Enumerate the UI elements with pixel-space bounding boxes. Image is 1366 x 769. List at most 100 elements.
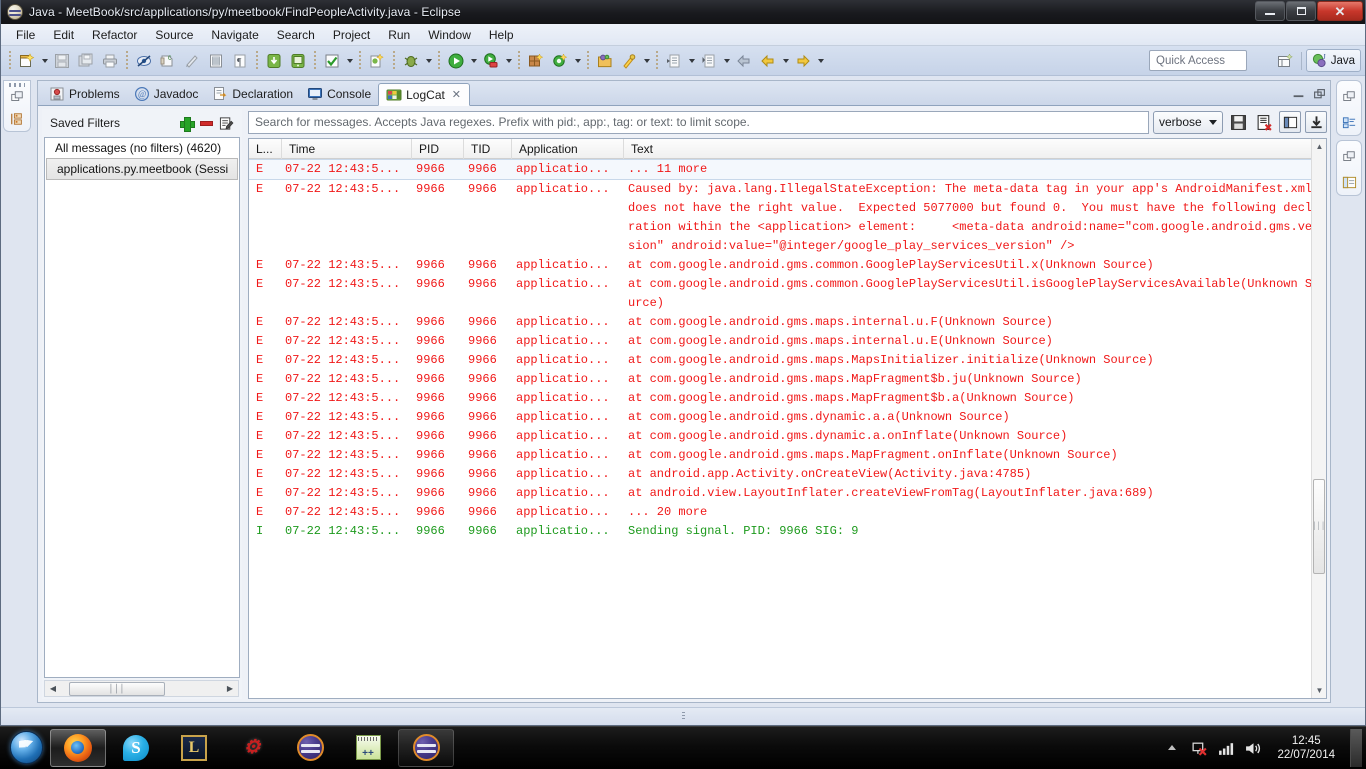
save-log-icon[interactable] xyxy=(1227,111,1249,133)
menu-source[interactable]: Source xyxy=(146,26,202,44)
log-level-select[interactable]: verbose xyxy=(1153,111,1223,134)
taskbar-guild-wars-2[interactable]: ⚙ xyxy=(224,729,280,767)
search-icon[interactable] xyxy=(618,50,640,72)
perspective-java-button[interactable]: J Java xyxy=(1306,49,1361,72)
back-history-icon[interactable] xyxy=(757,50,779,72)
new-wizard-dropdown-icon[interactable] xyxy=(39,50,50,72)
saved-filters-horizontal-scrollbar[interactable]: ◀ │││ ▶ xyxy=(44,680,239,697)
log-row[interactable]: E07-22 12:43:5...99669966applicatio...at… xyxy=(249,370,1326,389)
run-configurations-icon[interactable] xyxy=(480,50,502,72)
back-icon[interactable] xyxy=(733,50,755,72)
package-explorer-icon[interactable] xyxy=(10,112,24,131)
minimize-button[interactable] xyxy=(1255,1,1285,21)
log-row[interactable]: E07-22 12:43:5...99669966applicatio...at… xyxy=(249,389,1326,408)
view-minimize-icon[interactable] xyxy=(1291,87,1305,101)
show-desktop-button[interactable] xyxy=(1350,729,1362,767)
horizontal-scroll-thumb[interactable]: │││ xyxy=(69,682,165,696)
quick-access-field[interactable]: Quick Access xyxy=(1149,50,1247,71)
android-sdk-manager-icon[interactable] xyxy=(263,50,285,72)
maximize-restore-button[interactable] xyxy=(1286,1,1316,21)
log-row[interactable]: E07-22 12:43:5...99669966applicatio...at… xyxy=(249,427,1326,446)
toggle-mark-occurrences-icon[interactable] xyxy=(133,50,155,72)
search-input[interactable] xyxy=(248,111,1149,134)
open-type-search-icon[interactable] xyxy=(549,50,571,72)
menu-edit[interactable]: Edit xyxy=(44,26,83,44)
new-annotation-icon[interactable] xyxy=(181,50,203,72)
log-row[interactable]: E07-22 12:43:5...99669966applicatio...at… xyxy=(249,313,1326,332)
menu-navigate[interactable]: Navigate xyxy=(202,26,267,44)
add-filter-button[interactable] xyxy=(176,114,196,132)
menu-project[interactable]: Project xyxy=(324,26,379,44)
tab-logcat-close-icon[interactable]: ✕ xyxy=(451,88,462,101)
tab-declaration[interactable]: Declaration xyxy=(205,83,300,105)
forward-dropdown-icon[interactable] xyxy=(815,50,826,72)
taskbar-league-of-legends[interactable]: L xyxy=(166,729,222,767)
next-annotation-icon[interactable] xyxy=(663,50,685,72)
menu-search[interactable]: Search xyxy=(268,26,324,44)
column-header-tid[interactable]: TID xyxy=(464,139,512,159)
scroll-lock-icon[interactable] xyxy=(1305,111,1327,133)
scroll-right-arrow-icon[interactable]: ▶ xyxy=(222,681,238,696)
search-dropdown-icon[interactable] xyxy=(641,50,652,72)
clock[interactable]: 12:45 22/07/2014 xyxy=(1277,734,1335,762)
run-icon[interactable] xyxy=(445,50,467,72)
save-all-icon[interactable] xyxy=(75,50,97,72)
close-button[interactable]: ✕ xyxy=(1317,1,1363,21)
new-java-class-icon[interactable]: C xyxy=(157,50,179,72)
log-row[interactable]: E07-22 12:43:5...99669966applicatio...at… xyxy=(249,275,1326,313)
debug-icon[interactable] xyxy=(400,50,422,72)
log-row[interactable]: E07-22 12:43:5...99669966applicatio...at… xyxy=(249,484,1326,503)
android-avd-manager-icon[interactable] xyxy=(287,50,309,72)
remove-filter-button[interactable] xyxy=(196,114,216,132)
run-configurations-dropdown-icon[interactable] xyxy=(503,50,514,72)
signal-icon[interactable] xyxy=(1217,739,1235,757)
edit-filter-button[interactable] xyxy=(216,114,236,132)
scroll-up-arrow-icon[interactable]: ▲ xyxy=(1312,139,1327,154)
taskbar-notepadpp[interactable]: ++ xyxy=(340,729,396,767)
column-header-pid[interactable]: PID xyxy=(412,139,464,159)
taskbar-eclipse-pinned[interactable] xyxy=(282,729,338,767)
new-wizard-icon[interactable] xyxy=(16,50,38,72)
print-icon[interactable] xyxy=(99,50,121,72)
show-whitespace-icon[interactable]: ¶ xyxy=(229,50,251,72)
scroll-left-arrow-icon[interactable]: ◀ xyxy=(45,681,61,696)
vertical-scroll-thumb[interactable]: │││ xyxy=(1313,479,1325,574)
validate-dropdown-icon[interactable] xyxy=(344,50,355,72)
column-header-level[interactable]: L... xyxy=(249,139,282,159)
log-row[interactable]: E07-22 12:43:5...99669966applicatio...at… xyxy=(249,256,1326,275)
new-android-project-icon[interactable] xyxy=(366,50,388,72)
restore-view-icon-right-top[interactable] xyxy=(1342,90,1356,109)
log-row[interactable]: E07-22 12:43:5...99669966applicatio...Ca… xyxy=(249,180,1326,256)
taskbar-eclipse-running[interactable] xyxy=(398,729,454,767)
column-header-text[interactable]: Text xyxy=(624,139,1326,159)
view-maximize-icon[interactable] xyxy=(1312,87,1326,101)
column-header-application[interactable]: Application xyxy=(512,139,624,159)
tab-javadoc[interactable]: @ Javadoc xyxy=(127,83,206,105)
next-annotation-dropdown-icon[interactable] xyxy=(686,50,697,72)
previous-annotation-dropdown-icon[interactable] xyxy=(721,50,732,72)
filter-item-application[interactable]: applications.py.meetbook (Sessi xyxy=(46,158,238,180)
menu-window[interactable]: Window xyxy=(419,26,480,44)
save-icon[interactable] xyxy=(51,50,73,72)
restore-view-icon-right-bottom[interactable] xyxy=(1342,150,1356,169)
column-header-time[interactable]: Time xyxy=(282,139,412,159)
menu-help[interactable]: Help xyxy=(480,26,523,44)
new-java-package-icon[interactable] xyxy=(525,50,547,72)
volume-icon[interactable] xyxy=(1244,739,1262,757)
show-hidden-icons-icon[interactable] xyxy=(1163,739,1181,757)
menu-file[interactable]: File xyxy=(7,26,44,44)
log-row[interactable]: I07-22 12:43:5...99669966applicatio...Se… xyxy=(249,522,1326,541)
tab-problems[interactable]: Problems xyxy=(42,83,127,105)
debug-dropdown-icon[interactable] xyxy=(423,50,434,72)
open-type-search-dropdown-icon[interactable] xyxy=(572,50,583,72)
task-list-view-icon[interactable] xyxy=(1342,175,1357,195)
back-history-dropdown-icon[interactable] xyxy=(780,50,791,72)
log-row[interactable]: E07-22 12:43:5...99669966applicatio...at… xyxy=(249,332,1326,351)
open-type-icon[interactable] xyxy=(205,50,227,72)
open-resource-icon[interactable] xyxy=(594,50,616,72)
log-row[interactable]: E07-22 12:43:5...99669966applicatio...at… xyxy=(249,408,1326,427)
menu-refactor[interactable]: Refactor xyxy=(83,26,146,44)
log-row[interactable]: E07-22 12:43:5...99669966applicatio...at… xyxy=(249,446,1326,465)
saved-filters-list[interactable]: All messages (no filters) (4620) applica… xyxy=(44,137,240,678)
start-button[interactable] xyxy=(3,729,49,767)
